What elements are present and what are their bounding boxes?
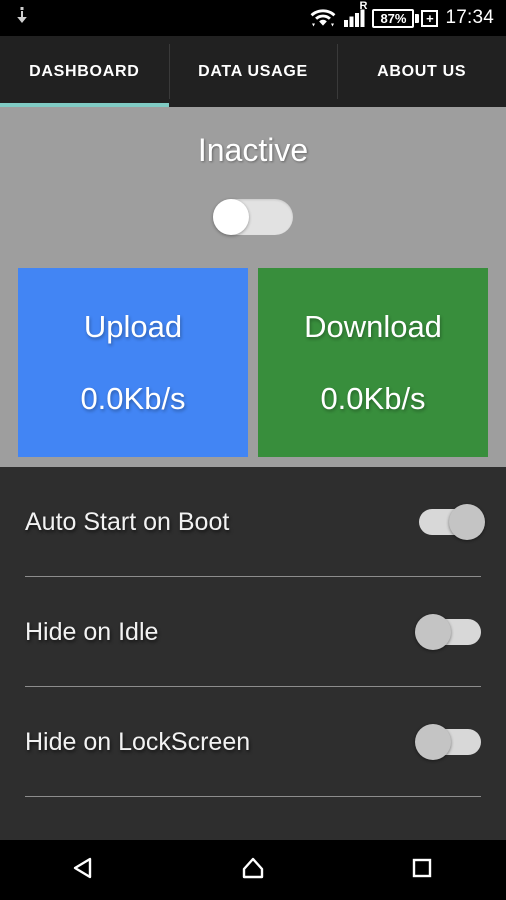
tab-dashboard[interactable]: DASHBOARD — [0, 36, 169, 107]
tab-dashboard-label: DASHBOARD — [29, 62, 140, 80]
download-arrow-icon — [14, 6, 30, 31]
status-bar: R 87% + 17:34 — [0, 0, 506, 36]
service-power-toggle[interactable] — [213, 199, 293, 235]
upload-card-value: 0.0Kb/s — [80, 380, 186, 416]
status-bar-icons: R 87% + 17:34 — [310, 0, 494, 32]
android-navigation-bar — [0, 840, 506, 900]
tab-data-usage[interactable]: DATA USAGE — [168, 36, 338, 107]
tab-data-usage-label: DATA USAGE — [198, 62, 308, 80]
setting-toggle-hide-on-lockscreen-knob — [415, 724, 451, 760]
back-triangle-icon — [69, 853, 99, 888]
wifi-icon — [310, 5, 336, 32]
tab-about-us-label: ABOUT US — [377, 62, 467, 80]
download-card-label: Download — [304, 308, 442, 344]
download-card-value: 0.0Kb/s — [320, 380, 426, 416]
setting-label-hide-on-idle: Hide on Idle — [25, 617, 159, 646]
setting-toggle-hide-on-idle-knob — [415, 614, 451, 650]
setting-toggle-auto-start-on-boot[interactable] — [419, 504, 485, 540]
upload-card-label: Upload — [83, 308, 183, 344]
setting-toggle-hide-on-idle[interactable] — [415, 614, 481, 650]
home-icon — [238, 853, 268, 888]
upload-card[interactable]: Upload 0.0Kb/s — [18, 268, 248, 457]
battery-plus-icon: + — [421, 9, 439, 27]
service-status-label: Inactive — [197, 132, 309, 168]
setting-toggle-auto-start-on-boot-knob — [449, 504, 485, 540]
nav-back-button[interactable] — [0, 853, 169, 888]
battery-indicator: 87% + — [372, 8, 439, 28]
setting-row-hide-on-idle[interactable]: Hide on Idle — [0, 577, 506, 687]
setting-label-hide-on-lockscreen: Hide on LockScreen — [25, 727, 251, 756]
nav-home-button[interactable] — [169, 853, 338, 888]
setting-label-auto-start-on-boot: Auto Start on Boot — [25, 507, 230, 536]
speed-cards: Upload 0.0Kb/s Download 0.0Kb/s — [0, 268, 506, 457]
tab-about-us[interactable]: ABOUT US — [337, 36, 506, 107]
main-toggle-container — [0, 199, 506, 235]
battery-body: 87% — [372, 8, 415, 28]
setting-row-auto-start-on-boot[interactable]: Auto Start on Boot — [0, 467, 506, 577]
cellular-signal-icon: R — [343, 0, 367, 32]
dashboard-panel: Inactive Upload 0.0Kb/s Download 0.0Kb/s — [0, 107, 506, 467]
recents-square-icon — [407, 853, 437, 888]
battery-percent-label: 87% — [380, 10, 407, 26]
tab-bar: DASHBOARD DATA USAGE ABOUT US — [0, 36, 506, 107]
clock-label: 17:34 — [445, 7, 494, 28]
roaming-indicator: R — [359, 0, 368, 12]
service-power-toggle-knob — [213, 199, 249, 235]
settings-list: Auto Start on Boot Hide on Idle Hide on … — [0, 467, 506, 840]
setting-row-hide-on-lockscreen[interactable]: Hide on LockScreen — [0, 687, 506, 797]
battery-cap-icon — [415, 13, 420, 23]
status-bar-notifications — [14, 6, 30, 31]
nav-recents-button[interactable] — [337, 853, 506, 888]
setting-toggle-hide-on-lockscreen[interactable] — [415, 724, 481, 760]
phone-screen: R 87% + 17:34 DASHBOARD DATA USAGE ABOUT… — [0, 0, 506, 900]
download-card[interactable]: Download 0.0Kb/s — [258, 268, 488, 457]
